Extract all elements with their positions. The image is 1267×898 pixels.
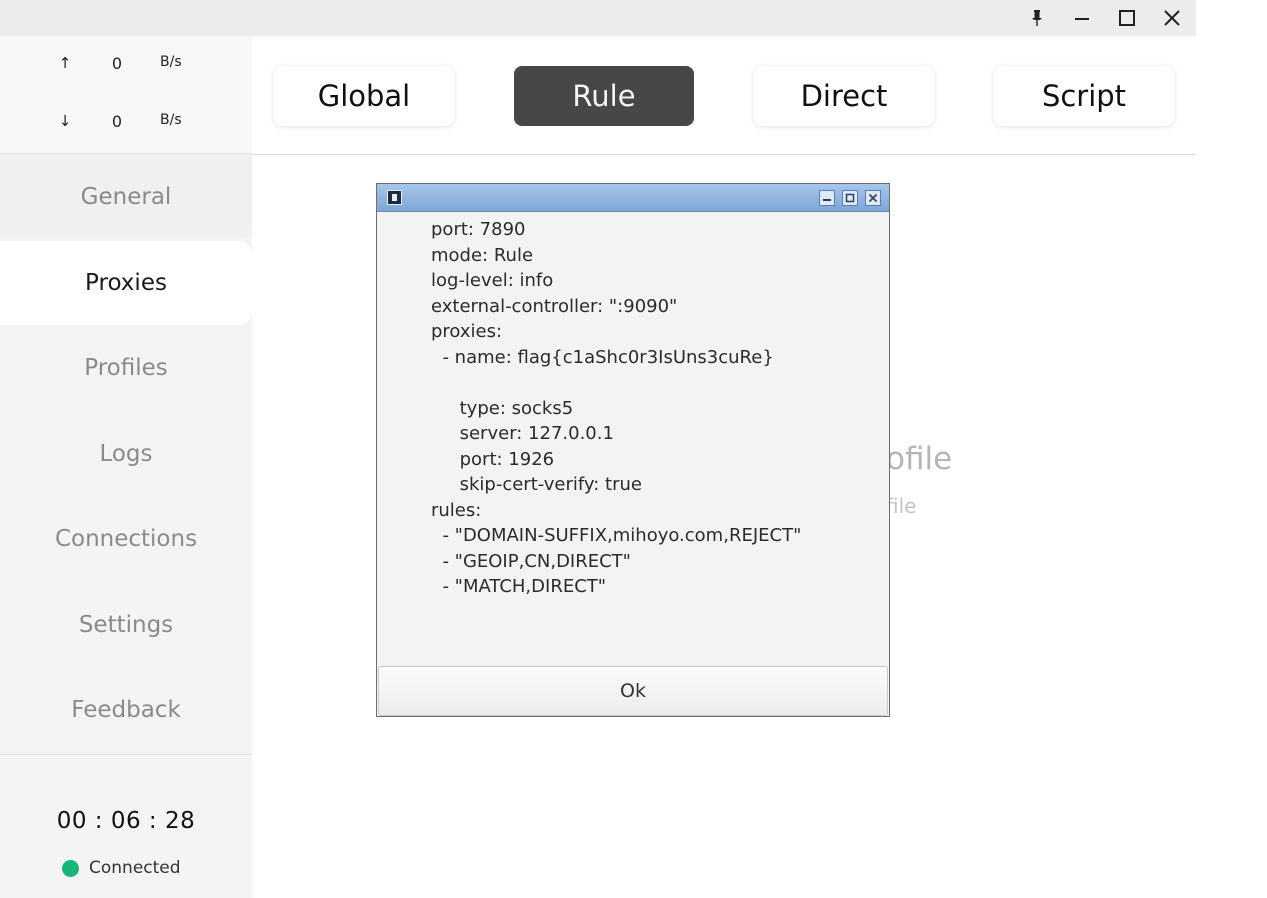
upload-value: 0 <box>111 54 123 73</box>
sidebar-divider <box>0 754 252 755</box>
download-value: 0 <box>111 112 123 131</box>
clash-app-window: ↑ 0 B/s ↓ 0 B/s General Proxies Profiles… <box>0 0 1196 898</box>
status-text: Connected <box>89 858 181 878</box>
config-line: server: 127.0.0.1 <box>431 423 614 444</box>
empty-state-title: ofile <box>886 441 953 477</box>
status-dot-icon <box>62 859 79 877</box>
config-line: rules: <box>431 500 482 521</box>
window-titlebar <box>0 0 1196 36</box>
config-dialog: port: 7890 mode: Rule log-level: info ex… <box>376 183 890 717</box>
dialog-app-icon <box>387 190 402 205</box>
minimize-icon[interactable] <box>1067 4 1097 32</box>
download-arrow-icon: ↓ <box>58 112 72 130</box>
config-line: external-controller: ":9090" <box>431 296 678 317</box>
config-line: mode: Rule <box>431 245 534 266</box>
sidebar-item-general[interactable]: General <box>0 155 252 239</box>
mode-script-button[interactable]: Script <box>994 66 1174 126</box>
traffic-speed-panel: ↑ 0 B/s ↓ 0 B/s <box>0 36 252 154</box>
config-line: - "DOMAIN-SUFFIX,mihoyo.com,REJECT" <box>431 525 802 546</box>
mode-global-button[interactable]: Global <box>274 66 454 126</box>
pin-icon[interactable] <box>1022 4 1052 32</box>
config-line: skip-cert-verify: true <box>431 474 642 495</box>
config-line: port: 7890 <box>431 219 526 240</box>
connection-status: Connected <box>62 856 181 880</box>
mode-rule-button[interactable]: Rule <box>514 66 694 126</box>
download-speed: ↓ 0 B/s <box>0 112 252 132</box>
sidebar: ↑ 0 B/s ↓ 0 B/s General Proxies Profiles… <box>0 36 252 898</box>
config-line: proxies: <box>431 321 503 342</box>
empty-state-subtitle: file <box>886 494 917 518</box>
ok-button[interactable]: Ok <box>378 666 888 716</box>
config-text-area: port: 7890 mode: Rule log-level: info ex… <box>377 213 889 665</box>
dialog-titlebar[interactable] <box>377 184 889 212</box>
sidebar-item-settings[interactable]: Settings <box>0 583 252 667</box>
maximize-icon[interactable] <box>1112 4 1142 32</box>
config-line: type: socks5 <box>431 398 574 419</box>
sidebar-item-logs[interactable]: Logs <box>0 412 252 496</box>
close-icon[interactable] <box>1157 4 1187 32</box>
config-line: - name: flag{c1aShc0r3IsUns3cuRe} <box>431 347 774 368</box>
upload-speed: ↑ 0 B/s <box>0 54 252 74</box>
dialog-close-icon[interactable] <box>865 190 881 206</box>
config-line: - "MATCH,DIRECT" <box>431 576 607 597</box>
upload-arrow-icon: ↑ <box>58 54 72 72</box>
proxy-mode-bar: Global Rule Direct Script <box>252 36 1196 155</box>
config-line: - "GEOIP,CN,DIRECT" <box>431 551 631 572</box>
dialog-minimize-icon[interactable] <box>819 190 835 206</box>
sidebar-item-feedback[interactable]: Feedback <box>0 668 252 752</box>
dialog-maximize-icon[interactable] <box>842 190 858 206</box>
desktop-background <box>1196 0 1267 898</box>
sidebar-item-profiles[interactable]: Profiles <box>0 326 252 410</box>
sidebar-item-proxies[interactable]: Proxies <box>0 241 252 325</box>
download-unit: B/s <box>160 112 182 128</box>
connection-timer: 00 : 06 : 28 <box>56 808 196 834</box>
sidebar-item-connections[interactable]: Connections <box>0 497 252 581</box>
mode-direct-button[interactable]: Direct <box>754 66 934 126</box>
config-line: log-level: info <box>431 270 554 291</box>
upload-unit: B/s <box>160 54 182 70</box>
config-line: port: 1926 <box>431 449 555 470</box>
